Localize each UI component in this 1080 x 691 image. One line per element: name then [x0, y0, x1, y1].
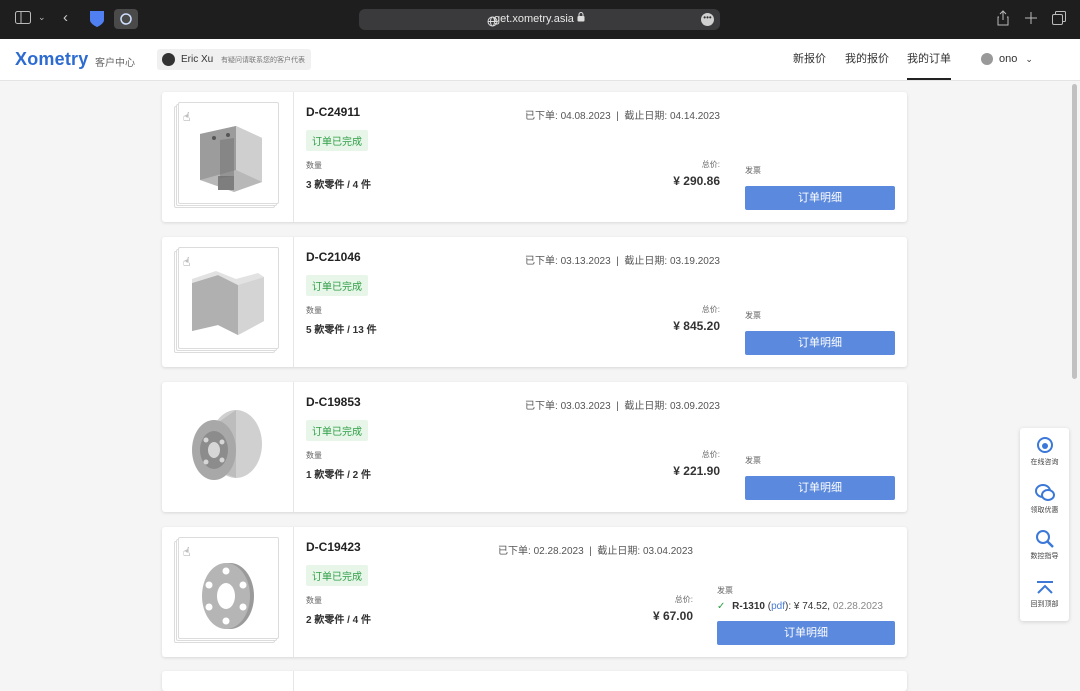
rep-subtitle: 有疑问请联系您的客户代表: [221, 57, 306, 64]
back-to-top-button[interactable]: 回到顶部: [1020, 580, 1069, 609]
quantity-value: 1 款零件 / 2 件: [306, 470, 372, 481]
status-badge: 订单已完成: [306, 275, 368, 296]
order-thumbnail[interactable]: ☝: [162, 237, 294, 367]
user-menu[interactable]: ono ⌄: [981, 53, 1033, 66]
online-chat-button[interactable]: 在线咨询: [1020, 436, 1069, 467]
arrow-up-icon: [1036, 581, 1053, 594]
total-label: 总价:: [674, 595, 693, 604]
quantity-value: 2 款零件 / 4 件: [306, 615, 372, 626]
order-card: ☝ D-C19423 已下单: 02.28.2023 | 截止日期: 03.04…: [162, 527, 907, 657]
total-label: 总价:: [701, 305, 720, 314]
url-text: get.xometry.asia: [494, 13, 574, 25]
part-image-bracket: [200, 126, 262, 192]
status-badge: 订单已完成: [306, 130, 368, 151]
chevron-down-icon[interactable]: ⌄: [38, 12, 46, 23]
order-detail-button[interactable]: 订单明细: [717, 621, 895, 645]
invoice-amount: ¥ 74.52: [793, 601, 828, 612]
order-thumbnail[interactable]: ☝: [162, 527, 294, 657]
total-value: ¥ 67.00: [652, 609, 693, 623]
user-avatar-icon: [981, 53, 993, 66]
tabs-icon[interactable]: [1052, 11, 1066, 30]
total-value: ¥ 845.20: [673, 319, 720, 333]
avatar-icon: [162, 53, 175, 66]
status-badge: 订单已完成: [306, 565, 368, 586]
quantity-label: 数量: [306, 306, 322, 315]
invoice-label: 发票: [745, 166, 761, 175]
order-thumbnail[interactable]: ☝: [162, 92, 294, 222]
quantity-value: 3 款零件 / 4 件: [306, 180, 372, 191]
quantity-label: 数量: [306, 596, 322, 605]
wechat-icon: [1034, 484, 1055, 501]
invoice-label: 发票: [745, 311, 761, 320]
lock-icon: [577, 9, 585, 30]
order-card: D-C19853 已下单: 03.03.2023 | 截止日期: 03.09.2…: [162, 382, 907, 512]
part-image-corner: [192, 271, 264, 335]
back-icon[interactable]: ‹: [63, 9, 68, 26]
total-value: ¥ 290.86: [673, 174, 720, 188]
order-dates: 已下单: 03.03.2023 | 截止日期: 03.09.2023: [525, 401, 720, 412]
order-detail-button[interactable]: 订单明细: [745, 186, 895, 210]
hand-pointer-icon: ☝: [183, 110, 191, 124]
total-label: 总价:: [701, 160, 720, 169]
order-number[interactable]: D-C19423: [306, 540, 361, 554]
order-dates: 已下单: 02.28.2023 | 截止日期: 03.04.2023: [498, 546, 693, 557]
site-header: Xometry 客户中心 Eric Xu 有疑问请联系您的客户代表 新报价 我的…: [0, 39, 1080, 81]
quantity-label: 数量: [306, 451, 322, 460]
order-card: ☝ D-C21046 已下单: 03.13.2023 | 截止日期: 03.19…: [162, 237, 907, 367]
new-tab-icon[interactable]: [1025, 11, 1037, 29]
search-icon: [1035, 530, 1054, 548]
order-detail-button[interactable]: 订单明细: [745, 476, 895, 500]
total-value: ¥ 221.90: [673, 464, 720, 478]
get-coupon-button[interactable]: 领取优惠: [1020, 484, 1069, 515]
page-scrollbar[interactable]: [1072, 84, 1077, 379]
order-card: ☝ D-C24911 已下单: 04.08.2023 | 截止日期: 04.14…: [162, 92, 907, 222]
part-image-flange: [202, 563, 254, 629]
share-icon[interactable]: [997, 10, 1009, 31]
status-badge: 订单已完成: [306, 420, 368, 441]
browser-toolbar: ⌄ ‹ get.xometry.asia •••: [0, 0, 1080, 39]
order-number[interactable]: D-C19853: [306, 395, 361, 409]
order-number[interactable]: D-C21046: [306, 250, 361, 264]
invoice-date: 02.28.2023: [832, 601, 883, 612]
invoice-code: R-1310: [732, 601, 765, 612]
user-name: ono: [999, 53, 1018, 65]
hand-pointer-icon: ☝: [183, 255, 191, 269]
order-dates: 已下单: 03.13.2023 | 截止日期: 03.19.2023: [525, 256, 720, 267]
hand-pointer-icon: ☝: [183, 545, 191, 559]
account-rep[interactable]: Eric Xu 有疑问请联系您的客户代表: [157, 49, 312, 70]
invoice-label: 发票: [717, 586, 733, 595]
order-dates: 已下单: 04.08.2023 | 截止日期: 04.14.2023: [525, 111, 720, 122]
invoice-entry: ✓ R-1310 (pdf): ¥ 74.52, 02.28.2023: [717, 601, 883, 612]
order-card-partial: [162, 671, 907, 691]
globe-icon: [487, 14, 498, 35]
privacy-icon[interactable]: [114, 9, 138, 34]
part-image-pulley: [192, 410, 262, 480]
chevron-down-icon: ⌄: [1025, 54, 1033, 64]
customer-center-label: 客户中心: [95, 58, 135, 69]
invoice-pdf-link[interactable]: pdf: [771, 601, 785, 612]
checkmark-icon: ✓: [717, 601, 726, 612]
more-icon[interactable]: •••: [701, 13, 714, 26]
bitwarden-icon[interactable]: [89, 10, 105, 33]
quantity-label: 数量: [306, 161, 322, 170]
order-thumbnail[interactable]: [162, 382, 294, 512]
sidebar-icon[interactable]: [15, 11, 31, 29]
order-thumbnail: [162, 671, 294, 691]
xometry-logo[interactable]: Xometry: [15, 49, 88, 70]
nav-my-orders[interactable]: 我的订单: [907, 39, 951, 80]
rep-name: Eric Xu: [181, 54, 214, 65]
nav-my-quotes[interactable]: 我的报价: [845, 39, 889, 80]
order-number[interactable]: D-C24911: [306, 105, 360, 119]
nav-new-quote[interactable]: 新报价: [793, 39, 826, 80]
floating-help-panel: 在线咨询 领取优惠 数控指导 回到顶部: [1020, 428, 1069, 621]
invoice-label: 发票: [745, 456, 761, 465]
chat-headset-icon: [1036, 437, 1053, 453]
total-label: 总价:: [701, 450, 720, 459]
address-bar[interactable]: get.xometry.asia •••: [359, 9, 720, 30]
cnc-guide-button[interactable]: 数控指导: [1020, 530, 1069, 561]
quantity-value: 5 款零件 / 13 件: [306, 325, 377, 336]
order-detail-button[interactable]: 订单明细: [745, 331, 895, 355]
